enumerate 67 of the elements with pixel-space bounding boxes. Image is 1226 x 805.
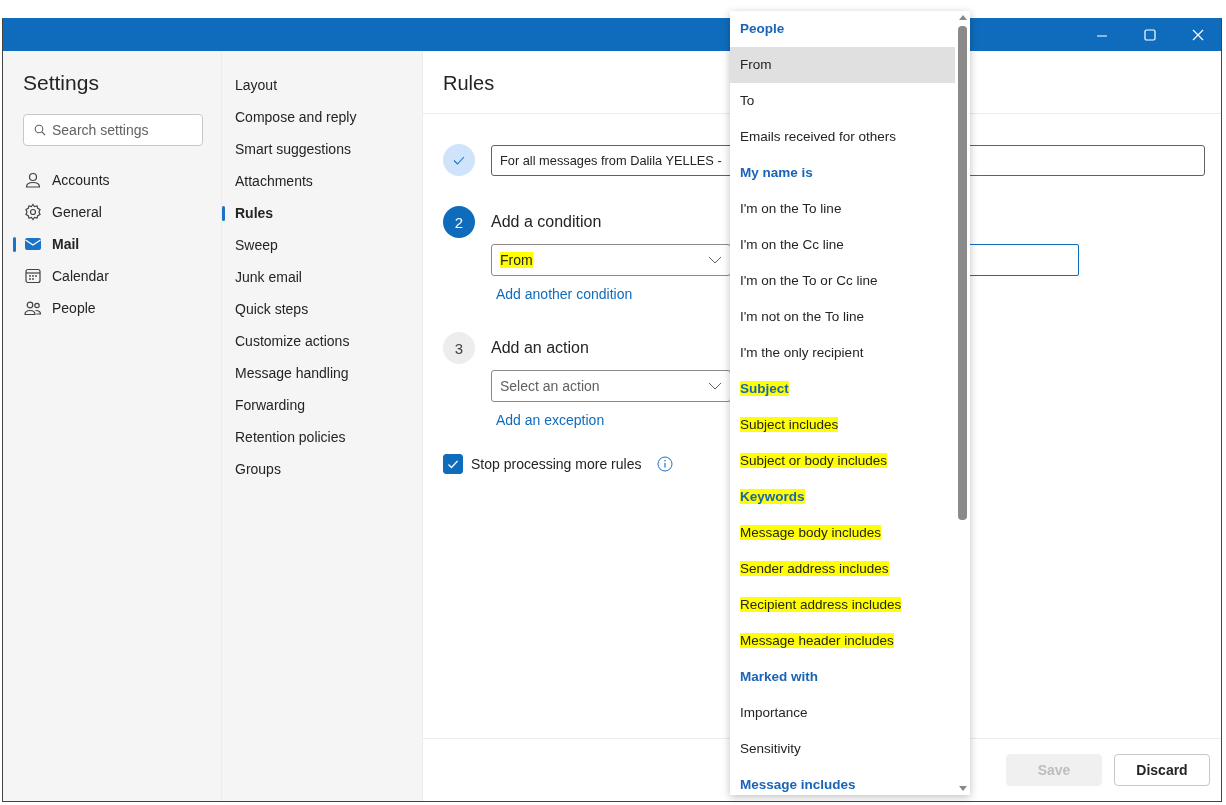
link[interactable]: Add another condition	[496, 286, 633, 302]
menu-group-header: Marked with	[739, 668, 819, 686]
people-icon	[24, 299, 42, 317]
person-icon	[24, 171, 42, 189]
search-field[interactable]: Search settings	[23, 114, 203, 146]
mail-settings-item[interactable]: Sweep	[222, 229, 422, 261]
menu-group-header: My name is	[739, 164, 814, 182]
step-indicator: 2	[443, 206, 475, 238]
step-indicator: 3	[443, 332, 475, 364]
menu-option[interactable]: Importance	[730, 695, 955, 731]
search-icon	[34, 124, 46, 136]
mail-settings-item[interactable]: Forwarding	[222, 389, 422, 421]
mail-settings-item[interactable]: Rules	[222, 197, 422, 229]
step-label: Add a condition	[491, 213, 602, 231]
settings-category[interactable]: General	[3, 196, 221, 228]
mail-settings-item[interactable]: Smart suggestions	[222, 133, 422, 165]
chevron-down-icon	[708, 382, 722, 390]
settings-icon	[24, 203, 42, 221]
scroll-up-icon	[958, 15, 967, 20]
menu-option[interactable]: Sender address includes	[730, 551, 955, 587]
calendar-icon	[24, 267, 42, 285]
checkbox-label: Stop processing more rules	[471, 456, 642, 472]
scroll-down-icon	[958, 786, 967, 791]
action-select[interactable]: Select an action	[491, 370, 731, 402]
close-icon[interactable]	[1191, 27, 1205, 42]
menu-option[interactable]: I'm on the To or Cc line	[730, 263, 955, 299]
menu-option[interactable]: Recipient address includes	[730, 587, 955, 623]
menu-option[interactable]: I'm on the To line	[730, 191, 955, 227]
info-icon	[657, 456, 674, 472]
menu-option[interactable]: Message body includes	[730, 515, 955, 551]
link[interactable]: Add an exception	[496, 412, 605, 428]
scrollbar-thumb[interactable]	[958, 26, 967, 520]
mail-settings-item[interactable]: Attachments	[222, 165, 422, 197]
menu-option[interactable]: Subject or body includes	[730, 443, 955, 479]
mail-settings-item[interactable]: Message handling	[222, 357, 422, 389]
menu-group-header: Subject	[739, 380, 790, 398]
settings-category[interactable]: People	[3, 292, 221, 324]
menu-option[interactable]: From	[730, 47, 955, 83]
menu-option[interactable]: Sensitivity	[730, 731, 955, 767]
mail-settings-item[interactable]: Retention policies	[222, 421, 422, 453]
menu-option[interactable]: I'm not on the To line	[730, 299, 955, 335]
mail-settings-item[interactable]: Junk email	[222, 261, 422, 293]
settings-category[interactable]: Calendar	[3, 260, 221, 292]
dialog-button[interactable]: Discard	[1114, 754, 1210, 786]
menu-option[interactable]: Subject includes	[730, 407, 955, 443]
menu-group-header: Message includes	[739, 776, 857, 794]
mail-settings-item[interactable]: Quick steps	[222, 293, 422, 325]
maximize-icon[interactable]	[1143, 27, 1157, 42]
settings-category[interactable]: Accounts	[3, 164, 221, 196]
menu-option[interactable]: Emails received for others	[730, 119, 955, 155]
chevron-down-icon	[708, 256, 722, 264]
checkmark-icon	[447, 458, 459, 470]
step-label: Add an action	[491, 339, 589, 357]
menu-group-header: Keywords	[739, 488, 806, 506]
mail-settings-item[interactable]: Layout	[222, 69, 422, 101]
mail-settings-item[interactable]: Customize actions	[222, 325, 422, 357]
menu-option[interactable]: I'm the only recipient	[730, 335, 955, 371]
settings-category[interactable]: Mail	[3, 228, 221, 260]
checkbox[interactable]	[443, 454, 463, 474]
settings-title: Settings	[23, 71, 100, 96]
menu-group-header: People	[739, 20, 786, 38]
mail-settings-item[interactable]: Groups	[222, 453, 422, 485]
menu-option[interactable]: Message header includes	[730, 623, 955, 659]
mail-icon	[24, 235, 42, 253]
condition-select[interactable]: From	[491, 244, 731, 276]
mail-settings-item[interactable]: Compose and reply	[222, 101, 422, 133]
menu-option[interactable]: I'm on the Cc line	[730, 227, 955, 263]
